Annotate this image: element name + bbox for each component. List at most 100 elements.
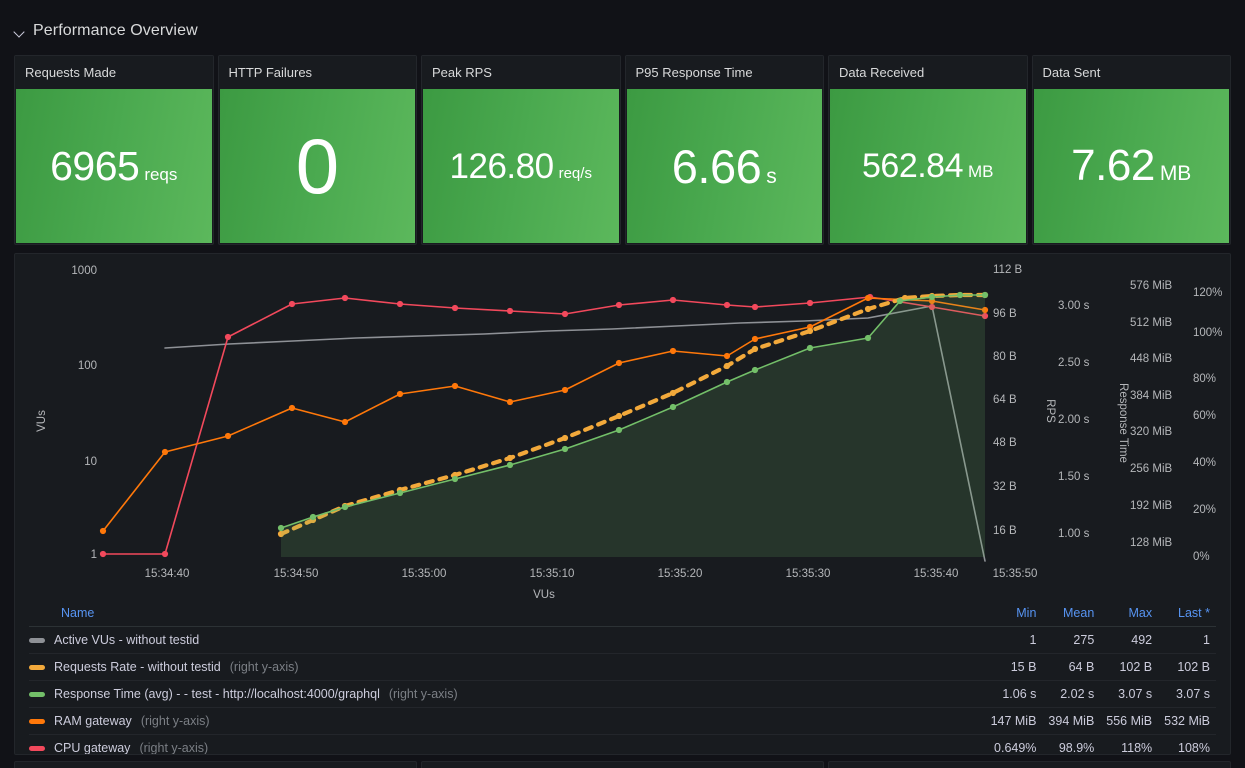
partial-panel[interactable] <box>421 761 824 768</box>
stat-value: 7.62 <box>1071 141 1155 190</box>
series-point-marker <box>451 304 459 312</box>
series-color-swatch[interactable] <box>29 745 45 751</box>
response-time-axis-title: Response Time <box>1117 383 1129 463</box>
legend-value-max: 492 <box>1100 626 1159 654</box>
bytes-axis-tick: 80 B <box>993 351 1017 363</box>
stat-panels-row: Requests Made 6965 reqs HTTP Failures 0 Peak … <box>14 55 1231 245</box>
series-point-marker <box>506 398 514 406</box>
series-point-marker <box>928 293 936 301</box>
stat-panel[interactable]: P95 Response Time 6.66 s <box>624 55 824 245</box>
pct-axis-tick: 20% <box>1193 504 1216 516</box>
legend-series-label[interactable]: Response Time (avg) - - test - http://lo… <box>29 687 979 701</box>
legend-row[interactable]: RAM gateway (right y-axis) 147 MiB 394 MiB 5… <box>29 707 1216 735</box>
legend-series-cell[interactable]: Active VUs - without testid <box>29 626 985 654</box>
series-color-swatch[interactable] <box>29 691 45 697</box>
series-point-marker <box>161 550 169 558</box>
series-point-marker <box>161 448 169 456</box>
series-color-swatch[interactable] <box>29 718 45 724</box>
x-axis-tick: 15:34:50 <box>274 568 319 580</box>
series-point-marker <box>396 390 404 398</box>
stat-unit: MB <box>968 162 994 181</box>
series-color-swatch[interactable] <box>29 637 45 643</box>
mem-axis-tick: 128 MiB <box>1130 537 1173 549</box>
stat-value: 126.80 <box>449 146 555 186</box>
legend-series-label[interactable]: CPU gateway (right y-axis) <box>29 741 979 754</box>
legend-value-mean: 394 MiB <box>1042 707 1101 735</box>
series-point-marker <box>751 345 759 353</box>
series-point-marker <box>723 301 731 309</box>
stat-panel-title: P95 Response Time <box>625 56 823 89</box>
series-point-marker <box>864 334 872 342</box>
legend-col-name[interactable]: Name <box>29 602 985 627</box>
rps-axis-tick: 2.00 s <box>1058 414 1090 426</box>
stat-panel[interactable]: Peak RPS 126.80 req/s <box>421 55 621 245</box>
rps-axis-tick: 3.00 s <box>1058 300 1090 312</box>
stat-value: 6965 <box>50 142 140 189</box>
stat-panel-body: 562.84 MB <box>830 89 1026 243</box>
legend-row[interactable]: Requests Rate - without testid (right y-a… <box>29 653 1216 681</box>
series-name: RAM gateway <box>54 714 132 728</box>
series-point-marker <box>806 299 814 307</box>
bytes-axis-tick: 48 B <box>993 437 1017 449</box>
chevron-down-icon[interactable] <box>14 25 26 37</box>
series-point-marker <box>864 305 872 313</box>
legend-series-label[interactable]: RAM gateway (right y-axis) <box>29 714 979 728</box>
legend-series-label[interactable]: Requests Rate - without testid (right y-a… <box>29 660 979 674</box>
legend-row[interactable]: Response Time (avg) - - test - http://lo… <box>29 680 1216 708</box>
legend-value-min: 15 B <box>984 653 1043 681</box>
legend-value-last: 108% <box>1158 734 1216 754</box>
legend-row[interactable]: CPU gateway (right y-axis) 0.649% 98.9% 118%… <box>29 734 1216 754</box>
stat-panel-body: 6965 reqs <box>16 89 212 243</box>
series-point-marker <box>341 503 349 511</box>
series-point-marker <box>451 382 459 390</box>
series-axis-note: (right y-axis) <box>140 714 210 728</box>
series-point-marker <box>309 513 317 521</box>
stat-value: 6.66 <box>671 139 762 193</box>
stat-panel-body: 6.66 s <box>626 89 822 243</box>
legend-col-max[interactable]: Max <box>1100 602 1159 627</box>
series-point-marker <box>723 362 731 370</box>
row-header-performance-overview[interactable]: Performance Overview <box>14 18 198 44</box>
graph-plot-area[interactable]: 1 10 100 1000 VUs 16 B 32 B 48 B 64 B 80 B 96 B 112… <box>15 254 1230 602</box>
stat-panel[interactable]: Data Sent 7.62 MB <box>1031 55 1231 245</box>
stat-unit: s <box>766 164 777 188</box>
legend-value-last: 3.07 s <box>1158 680 1216 708</box>
stat-unit: req/s <box>558 164 592 182</box>
x-axis-title: VUs <box>533 589 555 601</box>
legend-series-cell[interactable]: RAM gateway (right y-axis) <box>29 707 985 735</box>
stat-panel[interactable]: Requests Made 6965 reqs <box>14 55 214 245</box>
partial-panel[interactable] <box>828 761 1231 768</box>
chart-svg: 1 10 100 1000 VUs 16 B 32 B 48 B 64 B 80 B 96 B 112… <box>36 264 1222 601</box>
legend-series-cell[interactable]: CPU gateway (right y-axis) <box>29 734 985 754</box>
legend-col-last[interactable]: Last * <box>1158 602 1216 627</box>
pct-axis-tick: 80% <box>1193 373 1216 385</box>
left-axis-tick: 10 <box>84 456 97 468</box>
legend-col-min[interactable]: Min <box>984 602 1043 627</box>
stat-value: 562.84 <box>862 147 964 185</box>
series-point-marker <box>615 426 623 434</box>
legend-value-mean: 98.9% <box>1042 734 1101 754</box>
x-axis-tick: 15:34:40 <box>145 568 190 580</box>
partial-panel[interactable] <box>14 761 417 768</box>
legend-series-label[interactable]: Active VUs - without testid <box>29 633 979 647</box>
bytes-axis-tick: 32 B <box>993 481 1017 493</box>
stat-panel-body: 0 <box>219 89 415 243</box>
legend-series-cell[interactable]: Response Time (avg) - - test - http://lo… <box>29 680 985 708</box>
x-axis-tick: 15:35:20 <box>658 568 703 580</box>
legend-value-last: 102 B <box>1158 653 1216 681</box>
series-color-swatch[interactable] <box>29 664 45 670</box>
stat-value: 0 <box>295 122 339 210</box>
legend-col-mean[interactable]: Mean <box>1042 602 1101 627</box>
legend-row[interactable]: Active VUs - without testid 1 275 492 1 <box>29 626 1216 654</box>
pct-axis-tick: 100% <box>1193 327 1222 339</box>
x-axis-tick: 15:35:10 <box>530 568 575 580</box>
series-point-marker <box>288 404 296 412</box>
stat-panel[interactable]: HTTP Failures 0 <box>217 55 417 245</box>
legend-series-cell[interactable]: Requests Rate - without testid (right y-a… <box>29 653 985 681</box>
series-point-marker <box>751 303 759 311</box>
series-point-marker <box>751 335 759 343</box>
series-point-marker <box>864 294 872 302</box>
series-point-marker <box>561 445 569 453</box>
mem-axis-tick: 384 MiB <box>1130 390 1173 402</box>
stat-panel[interactable]: Data Received 562.84 MB <box>828 55 1028 245</box>
